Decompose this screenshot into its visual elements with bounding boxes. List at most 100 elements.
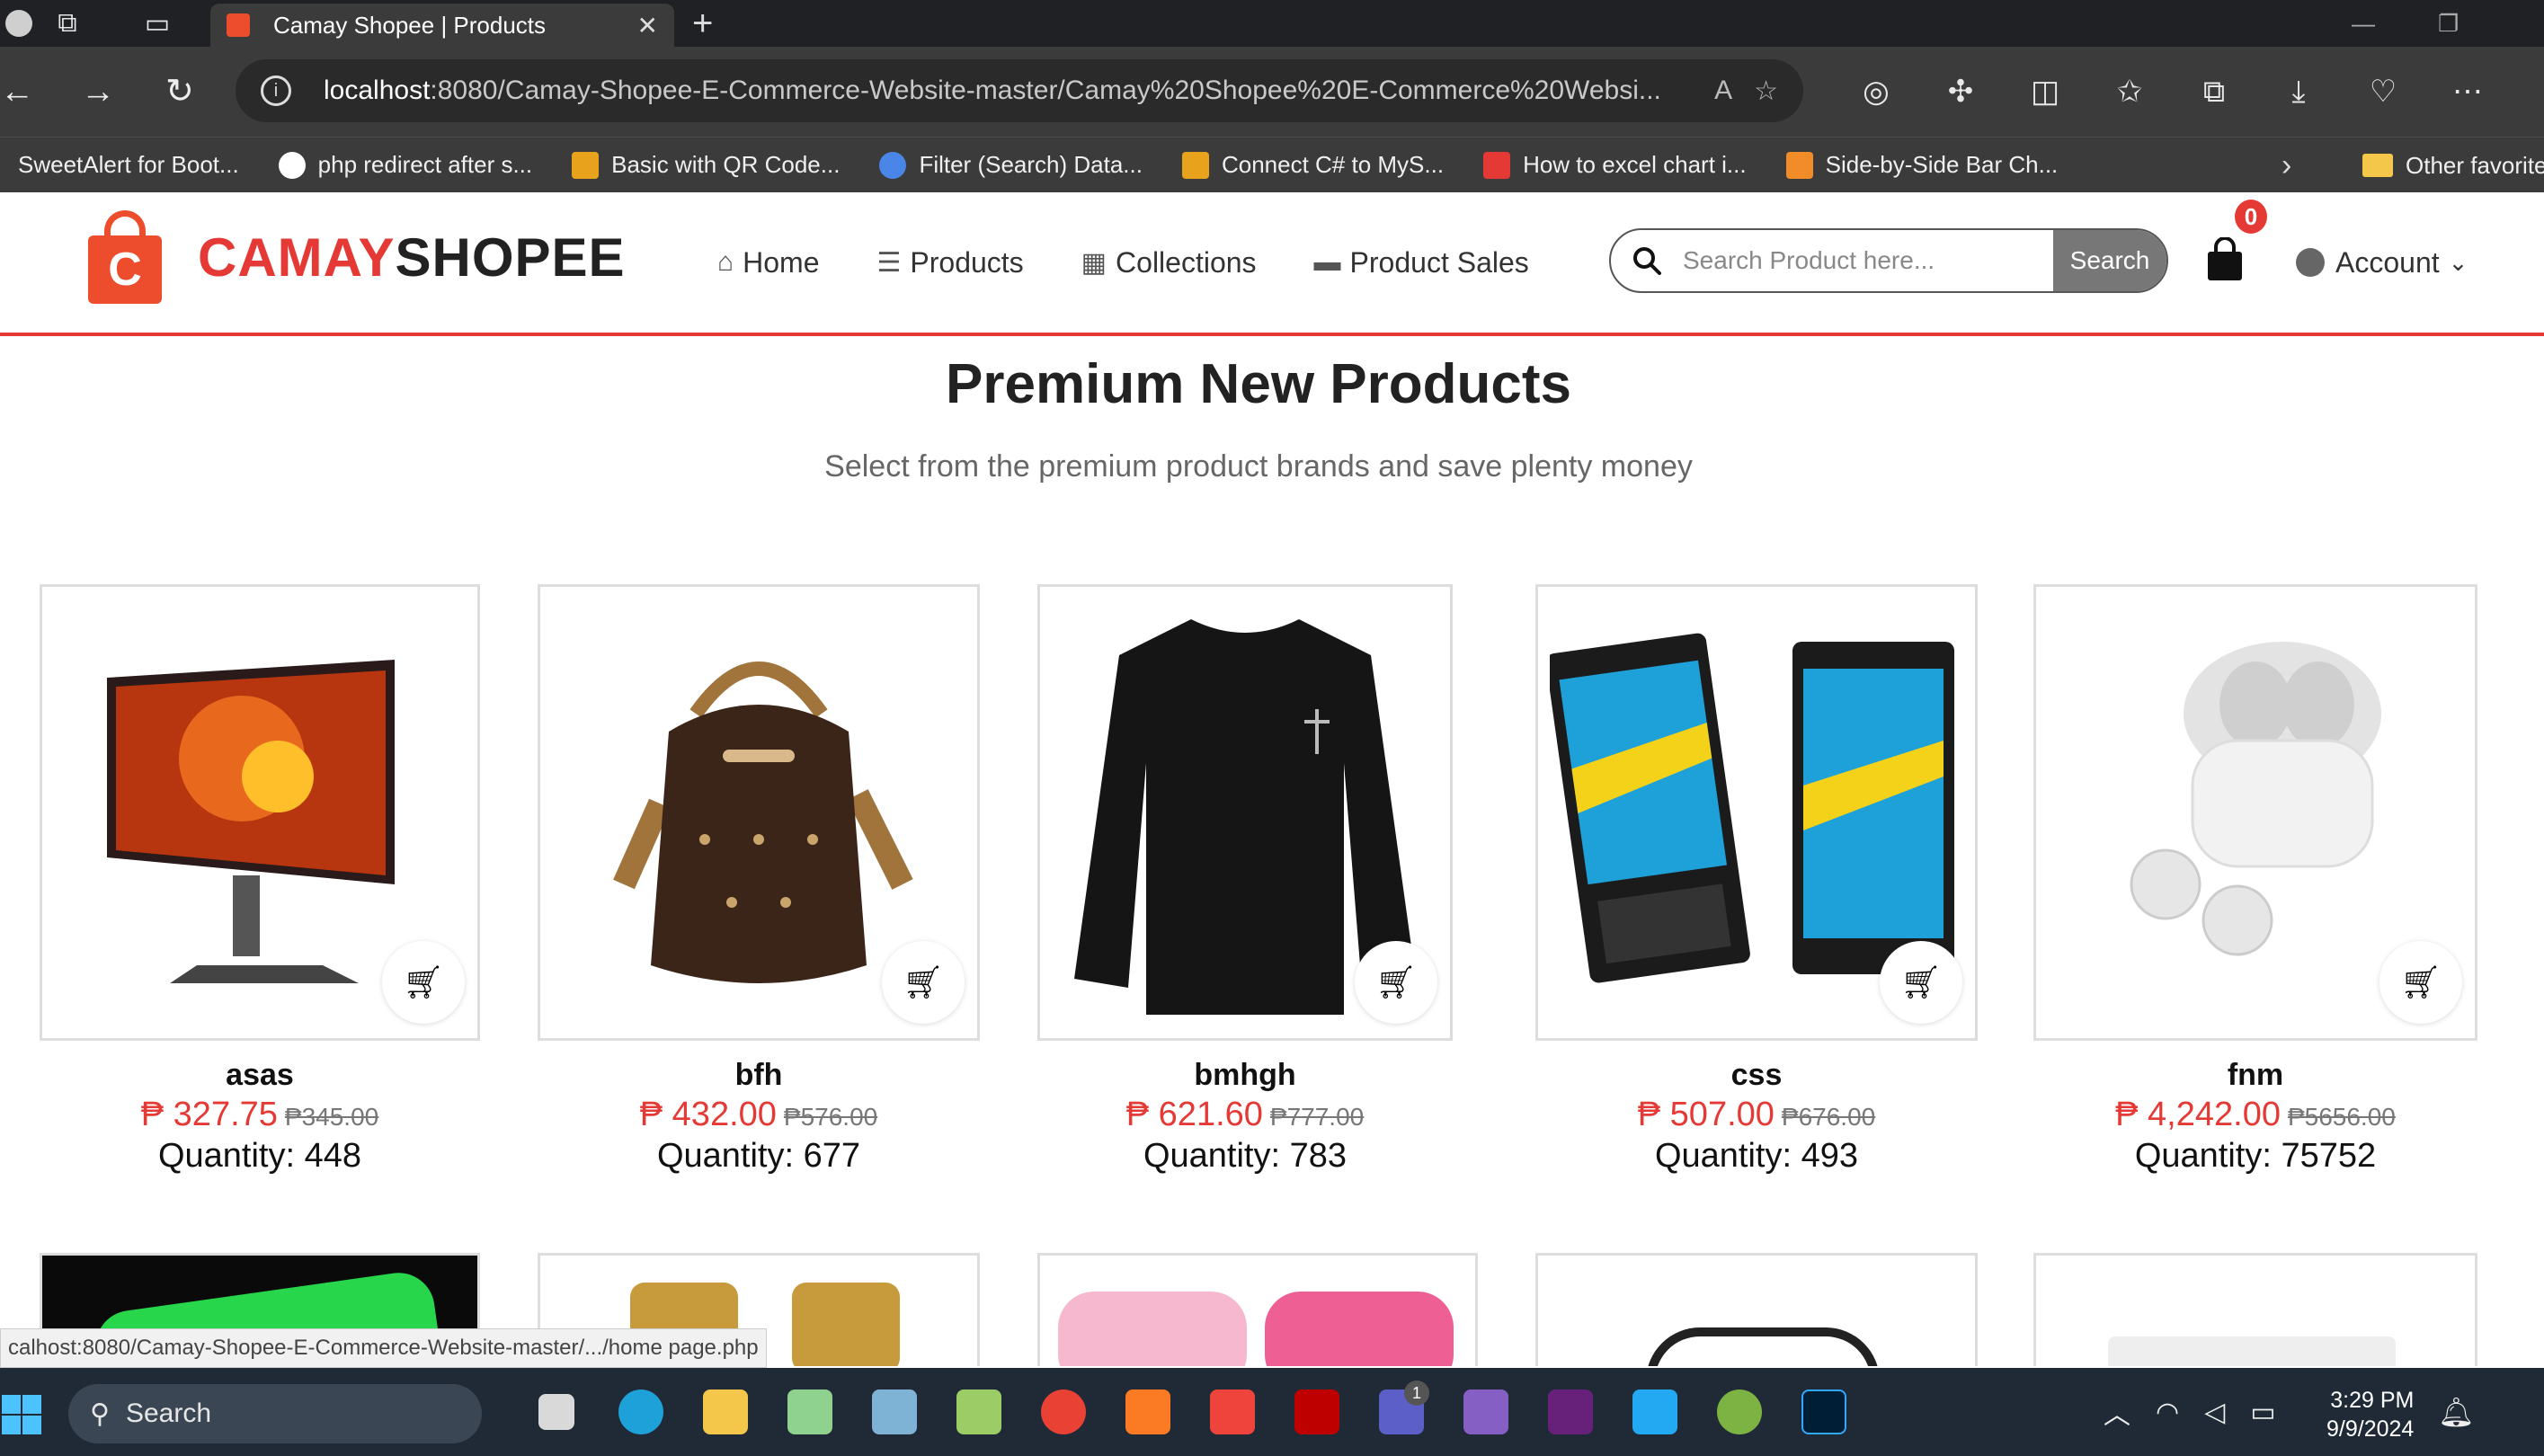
chevron-up-icon[interactable]: ︿ — [2104, 1392, 2130, 1432]
product-name[interactable]: css — [1535, 1055, 1978, 1095]
collections-icon: ▦ — [1081, 247, 1107, 278]
workspaces-icon[interactable]: ⧉ — [45, 0, 90, 47]
bookmark-item[interactable]: Connect C# to MyS... — [1181, 151, 1444, 179]
tab-actions-icon[interactable]: ▭ — [135, 0, 180, 47]
refresh-icon[interactable]: ↻ — [165, 47, 194, 137]
notepad-icon[interactable] — [768, 1368, 852, 1456]
nav-products[interactable]: ☰ Products — [876, 246, 1023, 280]
edge-icon[interactable] — [599, 1368, 683, 1456]
profile-avatar[interactable] — [0, 0, 45, 47]
account-dropdown[interactable]: Account ⌄ — [2296, 192, 2468, 333]
visual-studio-icon[interactable] — [1444, 1368, 1528, 1456]
product-image-frame[interactable] — [2033, 1253, 2477, 1366]
price-value: 432.00 — [672, 1096, 777, 1133]
extensions-icon[interactable]: ✣ — [1918, 74, 2003, 110]
read-aloud-icon[interactable]: A — [1714, 75, 1732, 106]
product-image-frame[interactable]: 🛒︎ — [538, 584, 980, 1041]
gold-knob-image — [792, 1283, 900, 1366]
other-favorites-folder[interactable]: Other favorite — [2362, 138, 2544, 193]
restore-icon[interactable]: ❐ — [2438, 0, 2459, 47]
cart-icon: 🛒︎ — [1375, 963, 1417, 1000]
more-menu-icon[interactable]: ⋯ — [2425, 74, 2510, 110]
back-icon[interactable]: ← — [0, 47, 34, 137]
clock[interactable]: 3:29 PM 9/9/2024 — [2326, 1386, 2414, 1443]
product-image-frame[interactable] — [1535, 1253, 1978, 1366]
performance-icon[interactable]: ♡ — [2341, 74, 2425, 110]
favorites-icon[interactable]: ✩ — [2087, 74, 2172, 110]
product-name[interactable]: fnm — [2033, 1055, 2477, 1095]
downloads-icon[interactable]: ⤓ — [2256, 75, 2341, 110]
product-name[interactable]: bmhgh — [1037, 1055, 1453, 1095]
product-image-frame[interactable]: 🛒︎ — [1535, 584, 1978, 1041]
more-bookmarks-chevron-icon[interactable]: › — [2282, 138, 2291, 193]
collections-browser-icon[interactable]: ⧉ — [2172, 75, 2256, 110]
bookmark-item[interactable]: SweetAlert for Boot... — [18, 151, 239, 179]
bookmark-item[interactable]: Basic with QR Code... — [572, 151, 840, 179]
add-to-cart-button[interactable]: 🛒︎ — [2379, 941, 2462, 1024]
nav-collections[interactable]: ▦ Collections — [1081, 246, 1257, 280]
product-price: ₱ 327.75 ₱345.00 — [40, 1095, 480, 1134]
vscode-icon[interactable] — [1613, 1368, 1697, 1456]
price-value: 327.75 — [173, 1096, 278, 1133]
visual-studio-icon[interactable] — [1528, 1368, 1613, 1456]
browser-tab-bar: ⧉ ▭ Camay Shopee | Products ✕ + — ❐ — [0, 0, 2544, 47]
split-screen-icon[interactable]: ◫ — [2003, 74, 2087, 110]
site-info-icon[interactable]: i — [261, 75, 291, 106]
bookmark-item[interactable]: How to excel chart i... — [1483, 151, 1747, 179]
product-price: ₱ 4,242.00 ₱5656.00 — [2033, 1095, 2477, 1134]
file-explorer-icon[interactable] — [683, 1368, 768, 1456]
minimize-icon[interactable]: — — [2352, 0, 2375, 47]
close-tab-icon[interactable]: ✕ — [637, 11, 658, 40]
bookmark-favicon-icon — [879, 151, 907, 179]
anydesk-icon[interactable] — [1190, 1368, 1275, 1456]
product-image-frame[interactable]: 🛒︎ — [2033, 584, 2477, 1041]
copilot-icon[interactable]: ◎ — [1834, 74, 1918, 110]
chrome-icon[interactable] — [1021, 1368, 1106, 1456]
bookmark-item[interactable]: Filter (Search) Data... — [879, 151, 1143, 179]
bookmark-favicon-icon — [572, 151, 600, 179]
search-input[interactable] — [1683, 230, 2053, 291]
favorite-star-icon[interactable]: ☆ — [1754, 75, 1778, 107]
product-name[interactable]: bfh — [538, 1055, 980, 1095]
app-icon[interactable] — [852, 1368, 937, 1456]
nav-label: Collections — [1116, 245, 1257, 279]
notification-bell-icon[interactable]: 🔔︎ — [2438, 1395, 2475, 1429]
add-to-cart-button[interactable]: 🛒︎ — [382, 941, 465, 1024]
nav-product-sales[interactable]: ▬ Product Sales — [1314, 246, 1529, 280]
snipping-tool-icon[interactable] — [937, 1368, 1021, 1456]
task-view-icon[interactable] — [514, 1368, 599, 1456]
clock-time: 3:29 PM — [2330, 1388, 2415, 1413]
product-name[interactable]: asas — [40, 1055, 480, 1095]
photoshop-icon[interactable] — [1782, 1368, 1866, 1456]
site-logo[interactable]: C CAMAYSHOPEE — [88, 210, 626, 304]
list-icon: ☰ — [876, 247, 902, 278]
xampp-icon[interactable] — [1106, 1368, 1190, 1456]
bookmark-label: Filter (Search) Data... — [919, 151, 1143, 178]
search-button[interactable]: Search — [2053, 230, 2166, 291]
shopping-bag-cart-icon[interactable] — [2204, 237, 2246, 282]
volume-icon[interactable]: ◁ — [2204, 1397, 2225, 1428]
tab-camay-shopee[interactable]: Camay Shopee | Products ✕ — [210, 4, 674, 47]
wifi-icon[interactable]: ◠ — [2156, 1397, 2179, 1428]
add-to-cart-button[interactable]: 🛒︎ — [1880, 941, 1962, 1024]
product-image-frame[interactable]: 🛒︎ — [1037, 584, 1453, 1041]
battery-icon[interactable]: ▭ — [2250, 1397, 2275, 1428]
add-to-cart-button[interactable]: 🛒︎ — [1355, 941, 1437, 1024]
teams-icon[interactable]: 1 — [1359, 1368, 1444, 1456]
bookmark-item[interactable]: Side-by-Side Bar Ch... — [1785, 151, 2058, 179]
forward-icon[interactable]: → — [81, 47, 115, 137]
nav-home[interactable]: ⌂ Home — [717, 246, 819, 280]
add-to-cart-button[interactable]: 🛒︎ — [882, 941, 965, 1024]
url-path: :8080/Camay-Shopee-E-Commerce-Website-ma… — [430, 75, 1661, 105]
taskbar-search[interactable]: ⚲ Search — [68, 1384, 482, 1443]
product-image-frame[interactable] — [1037, 1253, 1478, 1366]
filezilla-icon[interactable] — [1275, 1368, 1359, 1456]
product-image-frame[interactable]: 🛒︎ — [40, 584, 480, 1041]
bookmark-item[interactable]: php redirect after s... — [278, 151, 532, 179]
app-icon[interactable] — [1697, 1368, 1782, 1456]
url-field[interactable]: i localhost:8080/Camay-Shopee-E-Commerce… — [236, 59, 1803, 122]
new-tab-icon[interactable]: + — [692, 0, 713, 47]
price-value: 621.60 — [1158, 1096, 1263, 1133]
url-host: localhost — [324, 75, 431, 105]
windows-start-icon[interactable] — [0, 1393, 43, 1436]
